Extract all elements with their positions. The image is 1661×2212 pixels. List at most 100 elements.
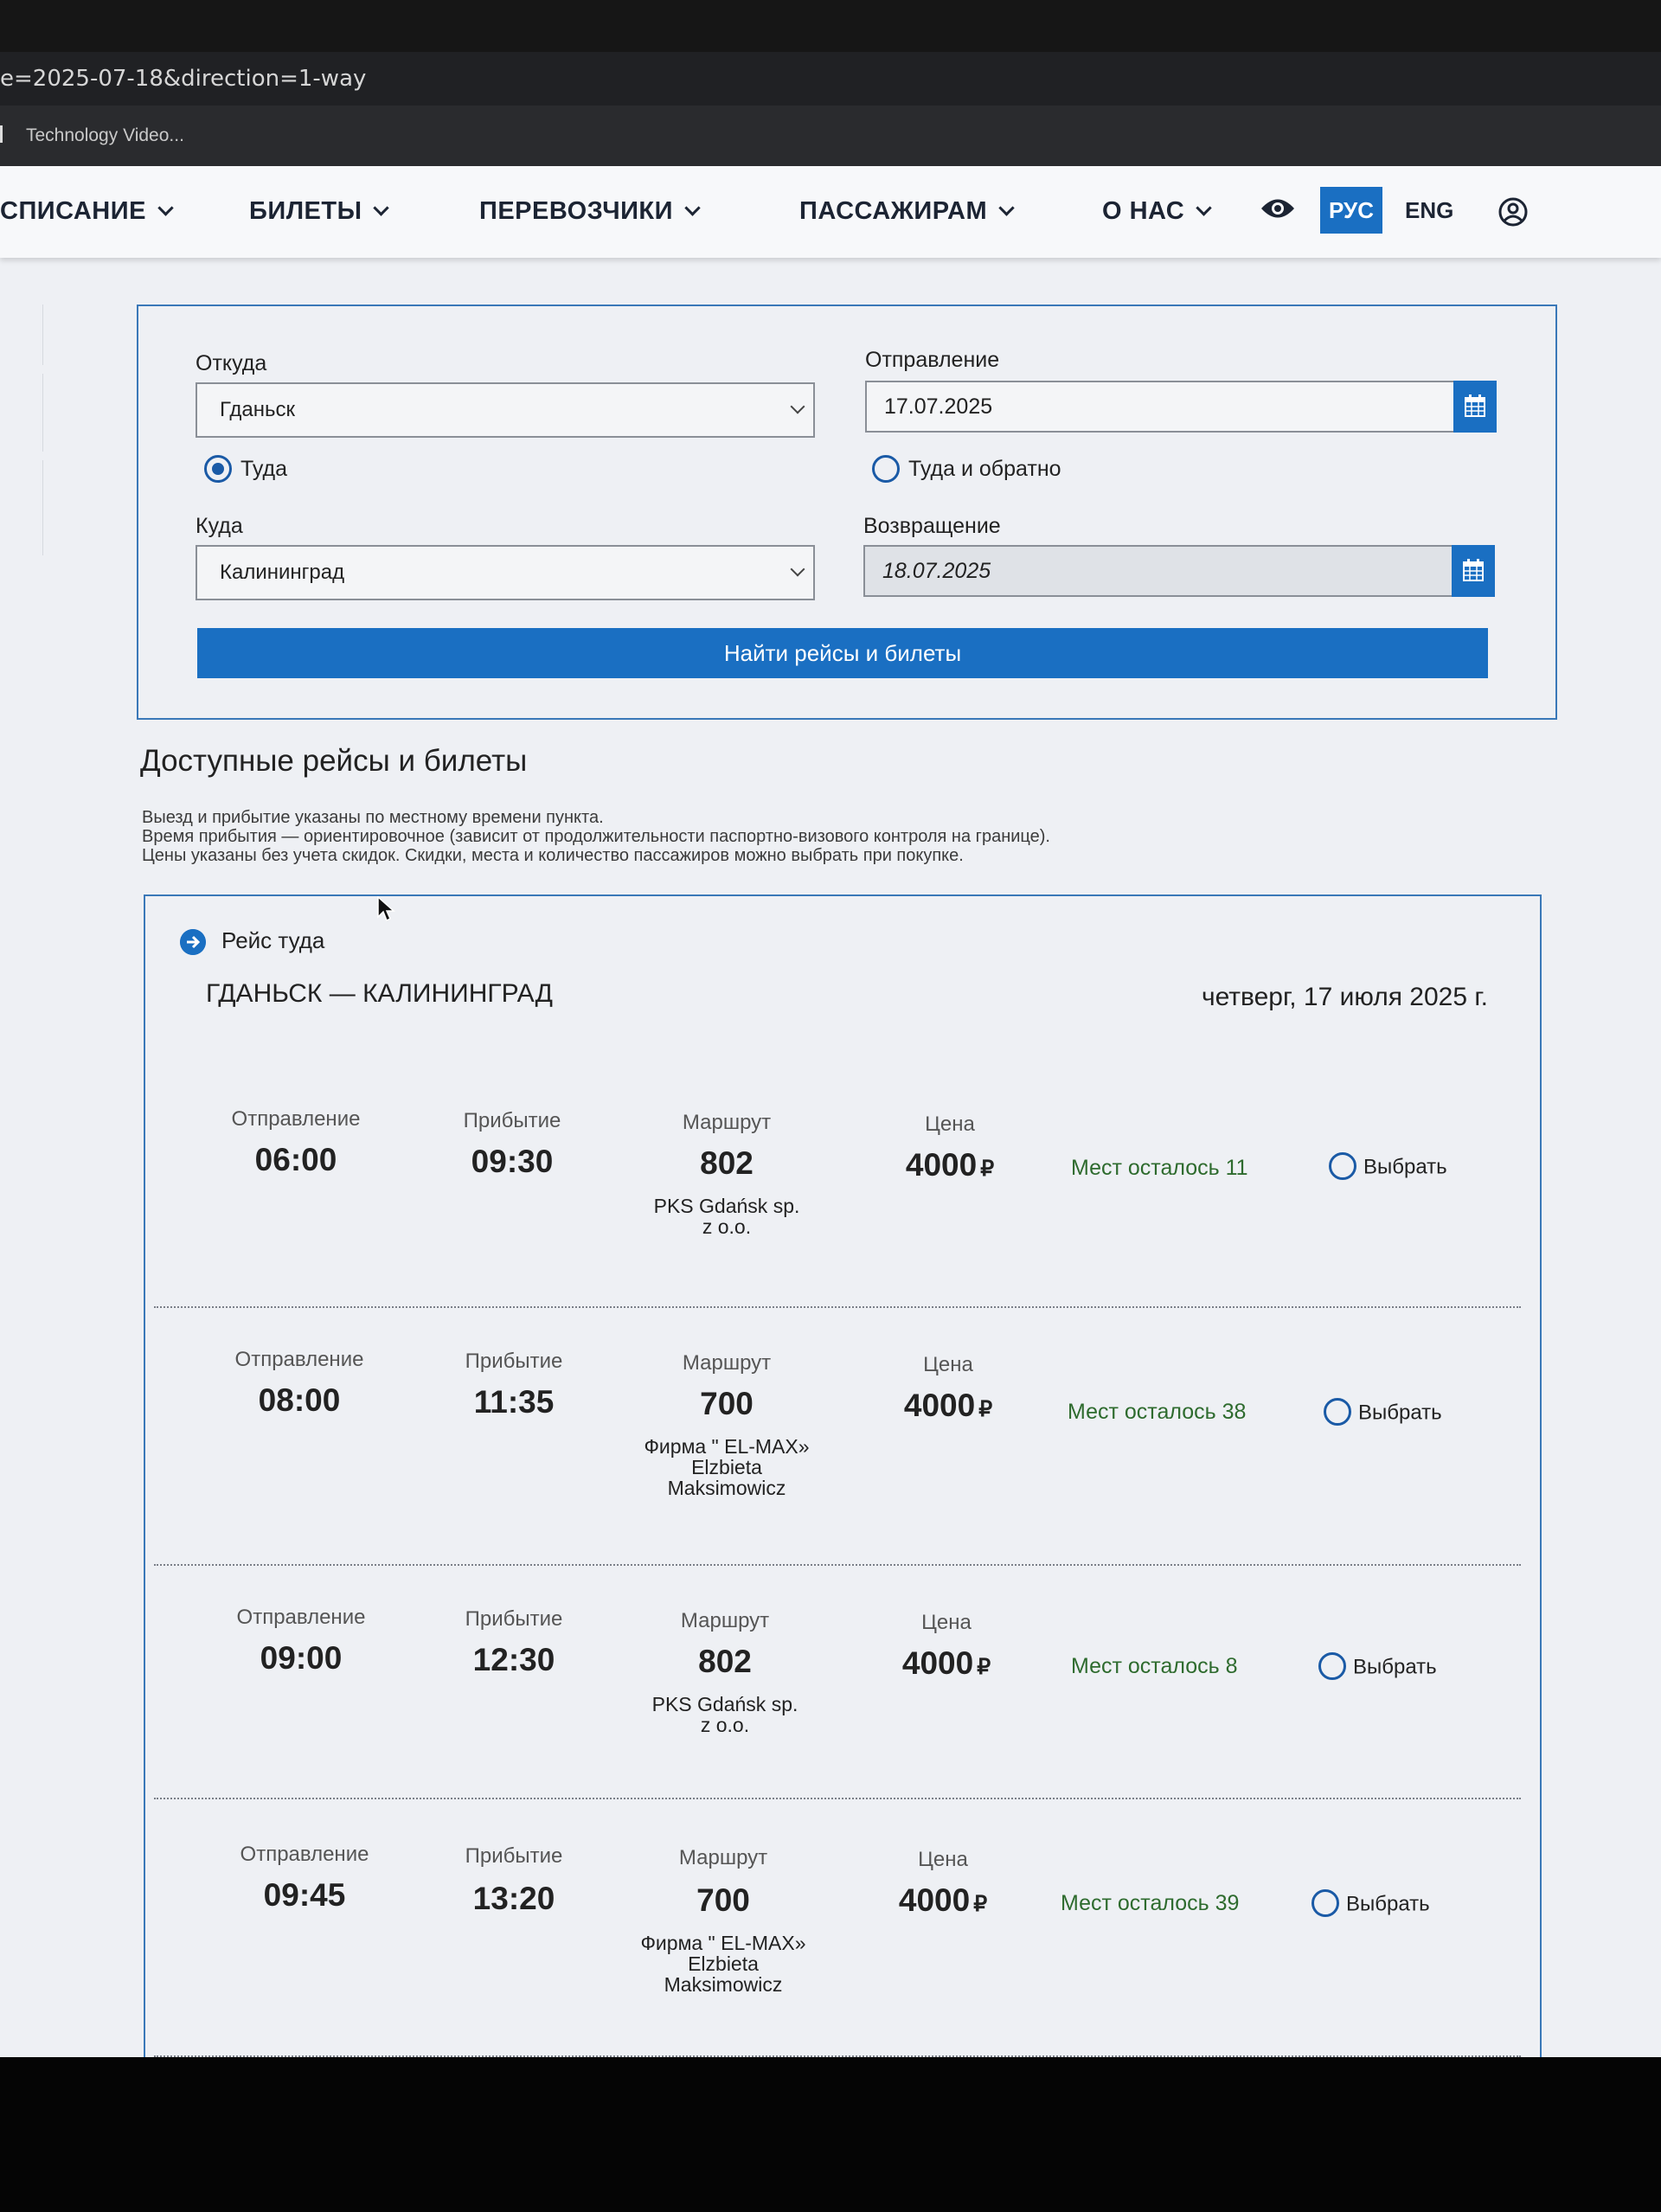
select-trip-option[interactable]: Выбрать: [1318, 1652, 1437, 1682]
currency-symbol: ₽: [973, 1892, 988, 1916]
eye-icon[interactable]: [1260, 196, 1296, 221]
currency-symbol: ₽: [980, 1157, 995, 1181]
to-select-value: Калининград: [220, 561, 345, 584]
user-account-icon[interactable]: [1498, 197, 1528, 227]
select-trip-radio[interactable]: [1311, 1889, 1339, 1917]
select-trip-label: Выбрать: [1353, 1655, 1437, 1679]
monitor-bezel-bottom: [0, 2057, 1661, 2212]
nav-label: СПИСАНИЕ: [0, 197, 146, 225]
chevron-down-icon: [790, 561, 805, 577]
carrier-line: Elzbieta: [691, 1456, 762, 1478]
select-trip-label: Выбрать: [1363, 1155, 1447, 1179]
page-viewport: СПИСАНИЕ БИЛЕТЫ ПЕРЕВОЗЧИКИ ПАССАЖИРАМ О…: [0, 166, 1661, 2057]
chevron-down-icon: [790, 399, 805, 414]
select-trip-radio[interactable]: [1324, 1398, 1351, 1426]
results-panel: Рейс туда ГДАНЬСК — КАЛИНИНГРАД четверг,…: [144, 894, 1542, 2057]
carrier-line: z o.o.: [700, 1714, 750, 1736]
price-header: Цена: [923, 1353, 973, 1376]
route-number: 700: [700, 1386, 754, 1421]
seats-left: Мест осталось 39: [1061, 1891, 1240, 1915]
price: 4000 ₽: [860, 1645, 1033, 1682]
nav-label: ПАССАЖИРАМ: [799, 197, 988, 225]
route-header: Маршрут: [682, 1111, 772, 1134]
address-bar[interactable]: e=2025-07-18&direction=1-way: [0, 52, 1661, 106]
results-notes: Выезд и прибытие указаны по местному вре…: [142, 808, 1050, 865]
select-trip-option[interactable]: Выбрать: [1329, 1152, 1447, 1182]
round-trip-radio[interactable]: [872, 455, 900, 483]
depart-time: 08:00: [258, 1382, 341, 1418]
monitor-bezel-top: [0, 0, 1661, 52]
language-en-button[interactable]: ENG: [1405, 187, 1453, 234]
side-panel-fragment: [0, 305, 43, 365]
nav-item-tickets[interactable]: БИЛЕТЫ: [249, 197, 390, 226]
trip-row: Отправление 08:00 Прибытие 11:35 Маршрут…: [154, 1310, 1521, 1566]
depart-label: Отправление: [865, 348, 1000, 372]
arrive-time: 11:35: [473, 1384, 555, 1420]
from-label: Откуда: [196, 351, 267, 375]
leg-label: Рейс туда: [221, 927, 325, 953]
round-trip-label: Туда и обратно: [908, 457, 1061, 481]
calendar-icon: [1463, 559, 1484, 581]
depart-date-field[interactable]: 17.07.2025: [865, 381, 1497, 433]
from-select-value: Гданьск: [220, 398, 295, 421]
price: 4000 ₽: [863, 1147, 1036, 1183]
carrier-line: z o.o.: [702, 1215, 752, 1238]
carrier-line: Фирма " EL-MAX»: [640, 1932, 806, 1954]
arrive-header: Прибытие: [463, 1109, 561, 1132]
return-calendar-button[interactable]: [1452, 545, 1495, 597]
bookmarks-bar: Technology Video...: [0, 106, 1661, 166]
carrier-line: Maksimowicz: [664, 1973, 783, 1996]
select-trip-label: Выбрать: [1358, 1401, 1442, 1425]
select-trip-label: Выбрать: [1346, 1892, 1430, 1916]
depart-calendar-button[interactable]: [1453, 381, 1497, 433]
bookmark-item[interactable]: Technology Video...: [26, 125, 184, 145]
nav-item-about[interactable]: О НАС: [1102, 197, 1212, 226]
language-ru-button[interactable]: РУС: [1320, 187, 1382, 234]
select-trip-radio[interactable]: [1329, 1152, 1356, 1180]
route-header: Маршрут: [680, 1609, 770, 1632]
seats-left: Мест осталось 11: [1071, 1156, 1248, 1180]
one-way-label: Туда: [240, 457, 288, 481]
arrive-time: 09:30: [471, 1144, 554, 1179]
nav-item-carriers[interactable]: ПЕРЕВОЗЧИКИ: [479, 197, 701, 226]
return-date-value: 18.07.2025: [882, 559, 991, 583]
nav-item-passengers[interactable]: ПАССАЖИРАМ: [799, 197, 1015, 226]
search-submit-button[interactable]: Найти рейсы и билеты: [197, 628, 1488, 678]
chevron-down-icon: [684, 200, 701, 216]
depart-header: Отправление: [234, 1348, 364, 1371]
to-select[interactable]: Калининград: [196, 545, 815, 600]
carrier-line: Maksimowicz: [667, 1477, 786, 1499]
nav-item-schedule[interactable]: СПИСАНИЕ: [0, 197, 174, 226]
currency-symbol: ₽: [978, 1397, 993, 1421]
carrier-name: PKS Gdańsk sp. z o.o.: [614, 1196, 839, 1237]
price-header: Цена: [925, 1112, 975, 1136]
bookmark-icon: [0, 125, 14, 144]
select-trip-option[interactable]: Выбрать: [1311, 1889, 1430, 1919]
carrier-name: Фирма " EL-MAX» Elzbieta Maksimowicz: [611, 1933, 836, 1995]
select-trip-radio[interactable]: [1318, 1652, 1346, 1680]
carrier-name: PKS Gdańsk sp. z o.o.: [612, 1694, 837, 1735]
carrier-line: PKS Gdańsk sp.: [651, 1693, 798, 1715]
from-select[interactable]: Гданьск: [196, 382, 815, 438]
price-value: 4000: [901, 1645, 974, 1681]
arrow-right-circle-icon: [180, 929, 206, 955]
price: 4000 ₽: [862, 1388, 1035, 1424]
depart-time: 09:45: [263, 1877, 346, 1913]
seats-left: Мест осталось 38: [1068, 1400, 1247, 1424]
depart-time: 06:00: [254, 1142, 337, 1177]
mouse-pointer-icon: [377, 896, 395, 922]
route-number: 802: [698, 1644, 752, 1679]
depart-header: Отправление: [231, 1107, 361, 1131]
arrive-time: 12:30: [472, 1642, 555, 1677]
return-date-field[interactable]: 18.07.2025: [863, 545, 1495, 597]
depart-header: Отправление: [236, 1606, 366, 1629]
route-number: 700: [696, 1882, 750, 1918]
select-trip-option[interactable]: Выбрать: [1324, 1398, 1442, 1427]
trip-row: Отправление 09:00 Прибытие 12:30 Маршрут…: [154, 1568, 1521, 1799]
nav-label: ПЕРЕВОЗЧИКИ: [479, 197, 673, 225]
one-way-radio[interactable]: [204, 455, 232, 483]
route-number: 802: [700, 1145, 754, 1181]
search-form: Откуда Гданьск Туда Куда Калининград Отп…: [137, 305, 1557, 720]
price-value: 4000: [905, 1147, 978, 1183]
route-title: ГДАНЬСК — КАЛИНИНГРАД: [206, 979, 553, 1008]
